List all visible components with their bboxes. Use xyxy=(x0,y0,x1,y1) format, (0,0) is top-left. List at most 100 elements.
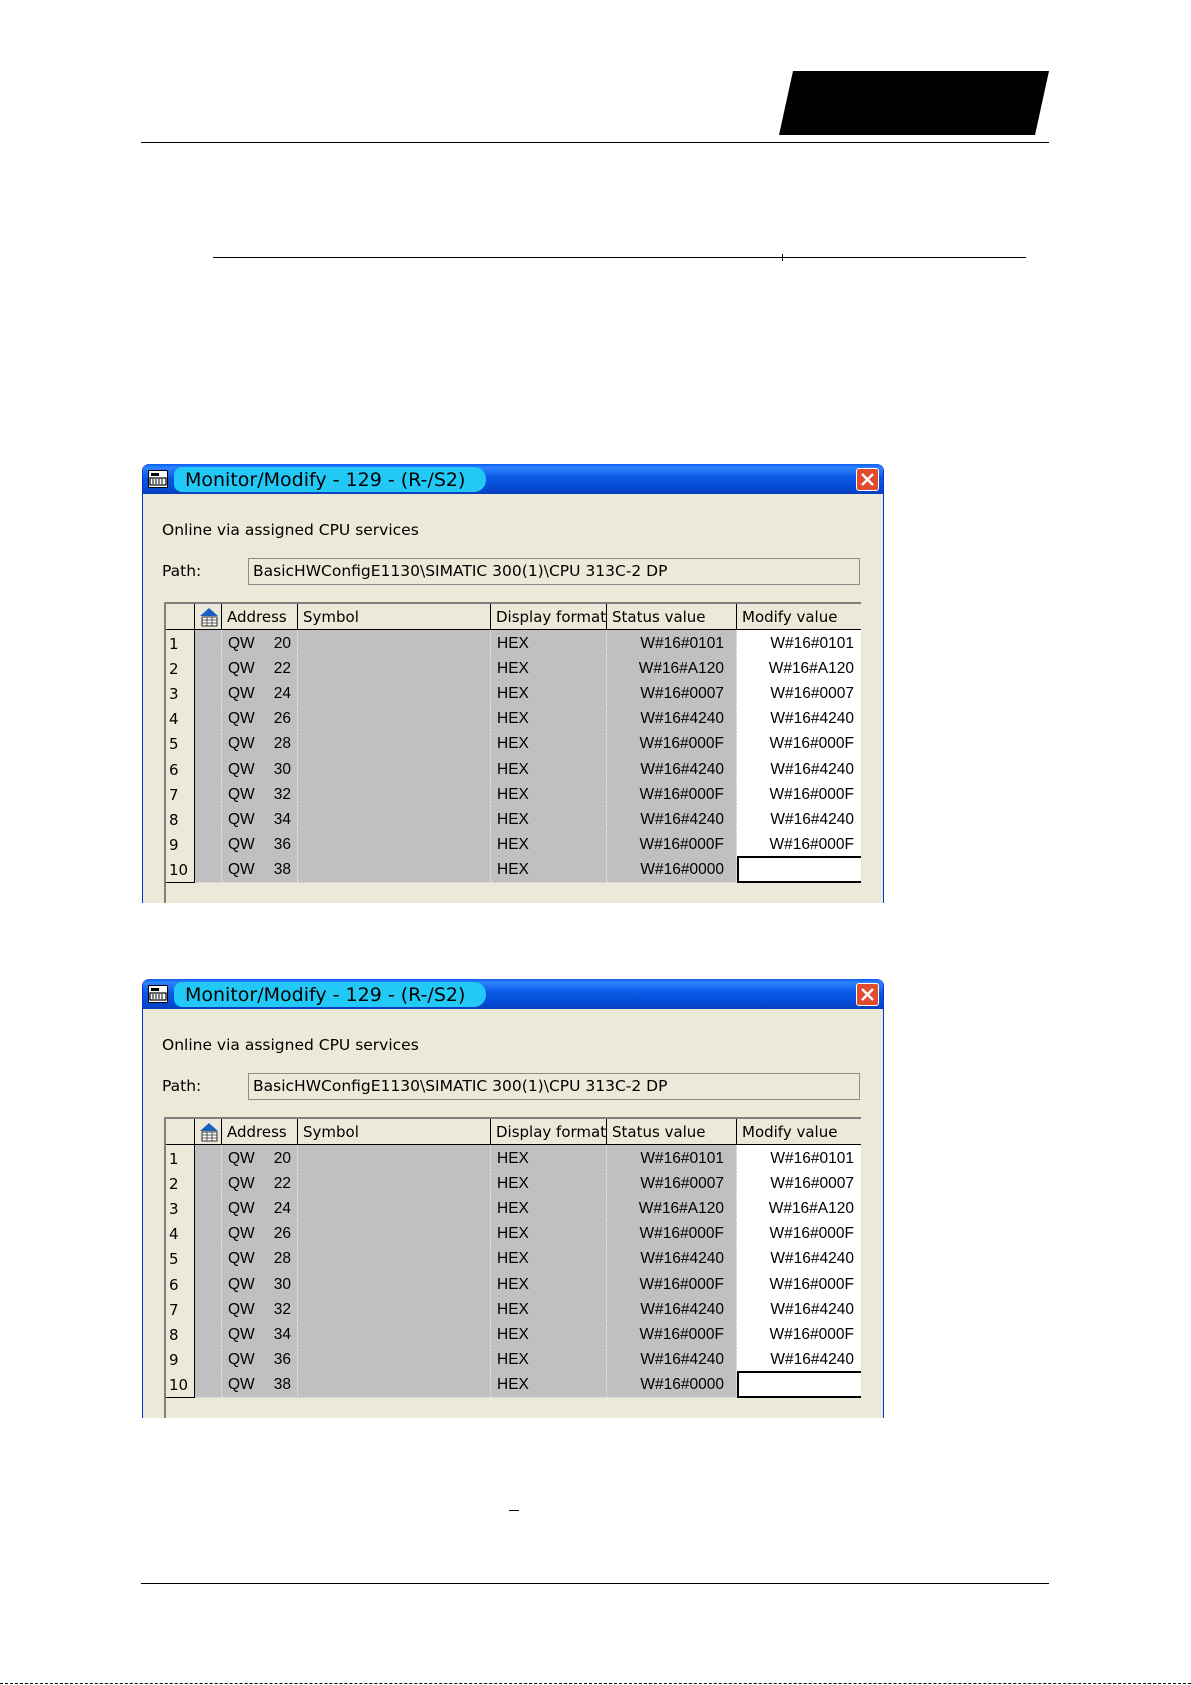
row-icon-cell[interactable] xyxy=(195,1320,222,1348)
row-icon-cell[interactable] xyxy=(195,805,222,833)
symbol-cell[interactable] xyxy=(298,780,491,808)
row-number-header[interactable] xyxy=(166,1119,195,1145)
modify-value-cell[interactable]: W#16#0007 xyxy=(737,680,861,708)
row-icon-cell[interactable] xyxy=(195,705,222,733)
display-format-cell[interactable]: HEX xyxy=(491,1170,607,1198)
modify-value-cell[interactable]: W#16#000F xyxy=(737,1270,861,1298)
simatic-app-icon[interactable] xyxy=(148,470,168,488)
table-row[interactable]: 7 QW 32 HEX W#16#000F W#16#000F xyxy=(166,780,861,808)
monitor-table-icon[interactable] xyxy=(195,1119,222,1145)
address-cell[interactable]: QW 26 xyxy=(222,1220,298,1248)
address-cell[interactable]: QW 22 xyxy=(222,1170,298,1198)
symbol-cell[interactable] xyxy=(298,1370,491,1398)
symbol-cell[interactable] xyxy=(298,1270,491,1298)
row-icon-cell[interactable] xyxy=(195,855,222,883)
table-row[interactable]: 2 QW 22 HEX W#16#A120 W#16#A120 xyxy=(166,655,861,683)
address-cell[interactable]: QW 22 xyxy=(222,655,298,683)
display-format-cell[interactable]: HEX xyxy=(491,1295,607,1323)
row-number[interactable]: 3 xyxy=(166,680,195,708)
symbol-cell[interactable] xyxy=(298,1145,491,1172)
row-icon-cell[interactable] xyxy=(195,730,222,758)
row-icon-cell[interactable] xyxy=(195,755,222,783)
modify-value-cell[interactable]: W#16#4240 xyxy=(737,1245,861,1273)
address-cell[interactable]: QW 34 xyxy=(222,805,298,833)
row-number[interactable]: 5 xyxy=(166,730,195,758)
row-number[interactable]: 4 xyxy=(166,1220,195,1248)
simatic-app-icon[interactable] xyxy=(148,985,168,1003)
address-cell[interactable]: QW 28 xyxy=(222,1245,298,1273)
modify-value-cell[interactable]: W#16#A120 xyxy=(737,1195,861,1223)
table-row[interactable]: 3 QW 24 HEX W#16#0007 W#16#0007 xyxy=(166,680,861,708)
dialog-titlebar[interactable]: Monitor/Modify - 129 - (R-/S2) xyxy=(143,464,883,494)
display-format-cell[interactable]: HEX xyxy=(491,630,607,657)
modify-value-cell[interactable]: W#16#0101 xyxy=(737,630,861,657)
modify-value-cell[interactable]: W#16#4240 xyxy=(737,1295,861,1323)
symbol-cell[interactable] xyxy=(298,755,491,783)
symbol-cell[interactable] xyxy=(298,1345,491,1373)
modify-value-cell[interactable]: W#16#000F xyxy=(737,1220,861,1248)
symbol-cell[interactable] xyxy=(298,705,491,733)
display-format-cell[interactable]: HEX xyxy=(491,1245,607,1273)
display-format-cell[interactable]: HEX xyxy=(491,705,607,733)
symbol-cell[interactable] xyxy=(298,1295,491,1323)
modify-value-cell[interactable]: W#16#0007 xyxy=(737,1170,861,1198)
dialog-titlebar[interactable]: Monitor/Modify - 129 - (R-/S2) xyxy=(143,979,883,1009)
address-cell[interactable]: QW 28 xyxy=(222,730,298,758)
display-format-cell[interactable]: HEX xyxy=(491,1220,607,1248)
column-header-address[interactable]: Address xyxy=(222,1119,298,1145)
row-number[interactable]: 6 xyxy=(166,755,195,783)
symbol-cell[interactable] xyxy=(298,1245,491,1273)
row-number[interactable]: 10 xyxy=(166,855,195,883)
table-row[interactable]: 2 QW 22 HEX W#16#0007 W#16#0007 xyxy=(166,1170,861,1198)
table-row[interactable]: 3 QW 24 HEX W#16#A120 W#16#A120 xyxy=(166,1195,861,1223)
row-number[interactable]: 1 xyxy=(166,1145,195,1172)
symbol-cell[interactable] xyxy=(298,1220,491,1248)
table-row[interactable]: 6 QW 30 HEX W#16#000F W#16#000F xyxy=(166,1270,861,1298)
table-row[interactable]: 5 QW 28 HEX W#16#4240 W#16#4240 xyxy=(166,1245,861,1273)
row-icon-cell[interactable] xyxy=(195,1145,222,1172)
table-row[interactable]: 1 QW 20 HEX W#16#0101 W#16#0101 xyxy=(166,630,861,657)
symbol-cell[interactable] xyxy=(298,1320,491,1348)
row-number[interactable]: 9 xyxy=(166,1345,195,1373)
symbol-cell[interactable] xyxy=(298,855,491,883)
table-row[interactable]: 10 QW 38 HEX W#16#0000 xyxy=(166,1370,861,1398)
symbol-cell[interactable] xyxy=(298,655,491,683)
address-cell[interactable]: QW 36 xyxy=(222,1345,298,1373)
display-format-cell[interactable]: HEX xyxy=(491,730,607,758)
column-header-display-format[interactable]: Display format xyxy=(491,604,607,630)
symbol-cell[interactable] xyxy=(298,1195,491,1223)
display-format-cell[interactable]: HEX xyxy=(491,655,607,683)
modify-value-cell[interactable]: W#16#000F xyxy=(737,780,861,808)
path-field[interactable]: BasicHWConfigE1130\SIMATIC 300(1)\CPU 31… xyxy=(248,558,860,585)
row-number[interactable]: 8 xyxy=(166,1320,195,1348)
row-icon-cell[interactable] xyxy=(195,1370,222,1398)
row-number[interactable]: 8 xyxy=(166,805,195,833)
row-number[interactable]: 9 xyxy=(166,830,195,858)
address-cell[interactable]: QW 26 xyxy=(222,705,298,733)
display-format-cell[interactable]: HEX xyxy=(491,855,607,883)
modify-value-cell[interactable]: W#16#000F xyxy=(737,830,861,858)
column-header-display-format[interactable]: Display format xyxy=(491,1119,607,1145)
modify-value-cell[interactable]: W#16#000F xyxy=(737,730,861,758)
modify-value-cell[interactable]: W#16#4240 xyxy=(737,705,861,733)
row-icon-cell[interactable] xyxy=(195,680,222,708)
table-row[interactable]: 10 QW 38 HEX W#16#0000 xyxy=(166,855,861,883)
row-number[interactable]: 5 xyxy=(166,1245,195,1273)
row-icon-cell[interactable] xyxy=(195,1345,222,1373)
row-icon-cell[interactable] xyxy=(195,1270,222,1298)
row-number[interactable]: 4 xyxy=(166,705,195,733)
symbol-cell[interactable] xyxy=(298,1170,491,1198)
row-icon-cell[interactable] xyxy=(195,1195,222,1223)
row-number[interactable]: 1 xyxy=(166,630,195,657)
address-cell[interactable]: QW 32 xyxy=(222,1295,298,1323)
address-cell[interactable]: QW 38 xyxy=(222,1370,298,1398)
column-header-status-value[interactable]: Status value xyxy=(607,604,737,630)
modify-value-cell[interactable]: W#16#4240 xyxy=(737,1345,861,1373)
display-format-cell[interactable]: HEX xyxy=(491,1145,607,1172)
close-button[interactable] xyxy=(856,468,879,491)
symbol-cell[interactable] xyxy=(298,830,491,858)
table-row[interactable]: 1 QW 20 HEX W#16#0101 W#16#0101 xyxy=(166,1145,861,1172)
modify-value-cell[interactable]: W#16#4240 xyxy=(737,805,861,833)
row-icon-cell[interactable] xyxy=(195,1295,222,1323)
address-cell[interactable]: QW 24 xyxy=(222,680,298,708)
